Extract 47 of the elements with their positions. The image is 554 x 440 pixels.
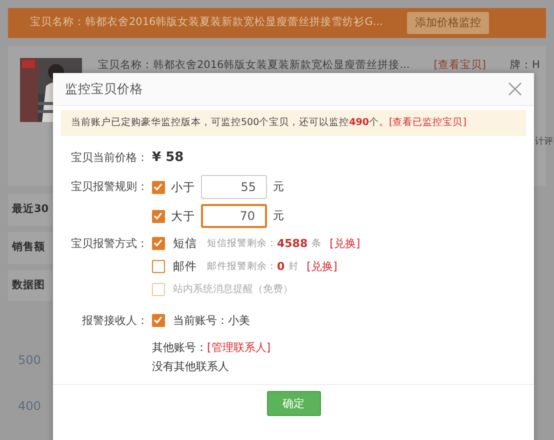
product-title: 宝贝名称：韩都衣舍2016韩版女装夏装新款宽松显瘦蕾丝拼接雪纺衫G... [30, 15, 383, 30]
quota-note: 邮件报警剩余： [207, 260, 277, 274]
quota-note: 短信报警剩余： [207, 236, 277, 251]
price-input[interactable]: 70 [201, 204, 267, 228]
current-account-text: 当前账号：小美 [173, 312, 250, 328]
unit-label: 元 [273, 179, 284, 195]
quota-count: 4588 [277, 236, 308, 252]
method-label: 短信 [173, 235, 197, 252]
close-icon[interactable] [508, 82, 522, 96]
other-account-label: 其他账号： [152, 340, 207, 356]
field-label: 宝贝报警规则： [70, 179, 148, 195]
unit-label: 元 [273, 208, 284, 224]
rating-text: 计评 [535, 136, 553, 149]
quota-unit: 封 [288, 260, 299, 274]
method-label: 邮件 [173, 258, 197, 276]
field-label: 报警接收人： [81, 312, 148, 328]
redeem-link[interactable]: [兑换] [330, 236, 360, 252]
rule-label: 小于 [171, 178, 195, 196]
quota-unit: 条 [312, 236, 322, 251]
no-contacts-text: 没有其他联系人 [152, 358, 229, 374]
quota-count: 0 [277, 258, 285, 274]
checkbox[interactable] [152, 260, 165, 274]
checkbox[interactable] [152, 237, 165, 250]
rule-label: 大于 [171, 208, 195, 225]
price-value: ¥ 58 [152, 149, 184, 167]
product-name: 宝贝名称：韩都衣舍2016韩版女装夏装新款宽松显瘦蕾丝拼接... [98, 58, 410, 73]
checkbox[interactable] [152, 314, 165, 328]
field-label: 宝贝报警方式： [70, 236, 148, 252]
price-input[interactable]: 55 [201, 175, 267, 200]
notice-text: 当前账户已定购豪华监控版本，可监控500个宝贝，还可以监控490个。 [71, 117, 389, 128]
view-product-link[interactable]: [查看宝贝] [434, 58, 486, 74]
brand-text: 牌：H [510, 58, 540, 73]
side-tab[interactable]: 最近30 [8, 194, 56, 226]
axis-tick-label: 400 [18, 398, 42, 416]
side-tab[interactable]: 销售额 [8, 232, 56, 264]
view-monitored-link[interactable]: [查看已监控宝贝] [388, 117, 466, 128]
field-label: 宝贝当前价格： [70, 150, 148, 166]
redeem-link[interactable]: [兑换] [306, 258, 338, 275]
axis-tick-label: 500 [18, 352, 42, 370]
checkbox[interactable] [152, 210, 165, 223]
checkbox[interactable] [152, 180, 165, 194]
method-label: 站内系统消息提醒（免费） [173, 282, 293, 298]
add-price-monitor-button[interactable]: 添加价格监控 [406, 12, 489, 34]
dialog-title: 监控宝贝价格 [65, 80, 143, 98]
side-tab[interactable]: 数据图 [8, 270, 56, 302]
manage-contacts-link[interactable]: [管理联系人] [207, 340, 271, 356]
confirm-button[interactable]: 确定 [266, 391, 320, 416]
